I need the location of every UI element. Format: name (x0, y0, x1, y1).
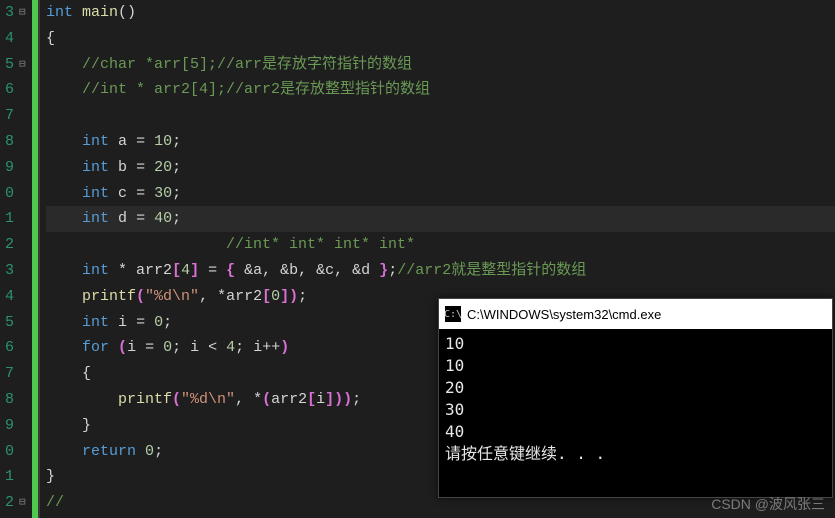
line-num: 6 (0, 335, 14, 361)
line-number-gutter: 3 4 5 6 7 8 9 0 1 2 3 4 5 6 7 8 9 0 1 2 (0, 0, 18, 518)
console-title-text: C:\WINDOWS\system32\cmd.exe (467, 307, 661, 322)
watermark: CSDN @波风张三 (711, 494, 825, 514)
code-line[interactable]: { (46, 26, 835, 52)
console-titlebar[interactable]: C:\ C:\WINDOWS\system32\cmd.exe (439, 299, 832, 329)
line-num: 6 (0, 77, 14, 103)
code-line[interactable]: int main() (46, 0, 835, 26)
fold-minus-icon[interactable]: ⊟ (19, 57, 26, 71)
code-line[interactable]: int * arr2[4] = { &a, &b, &c, &d };//arr… (46, 258, 835, 284)
line-num: 7 (0, 103, 14, 129)
line-num: 4 (0, 26, 14, 52)
line-num: 9 (0, 413, 14, 439)
line-num: 2 (0, 232, 14, 258)
code-line[interactable]: //char *arr[5];//arr是存放字符指针的数组 (46, 52, 835, 78)
line-num: 3 (0, 0, 14, 26)
line-num: 5 (0, 310, 14, 336)
fold-minus-icon[interactable]: ⊟ (19, 495, 26, 509)
line-num: 2 (0, 490, 14, 516)
line-num: 3 (0, 258, 14, 284)
code-line[interactable] (46, 103, 835, 129)
line-num: 7 (0, 361, 14, 387)
fold-column[interactable]: ⊟ ⊟ ⊟ (18, 0, 32, 518)
line-num: 8 (0, 129, 14, 155)
code-line[interactable]: //int* int* int* int* (46, 232, 835, 258)
code-line[interactable]: int d = 40; (46, 206, 835, 232)
line-num: 0 (0, 439, 14, 465)
line-num: 9 (0, 155, 14, 181)
line-num: 4 (0, 284, 14, 310)
line-num: 1 (0, 206, 14, 232)
code-line[interactable]: int a = 10; (46, 129, 835, 155)
fold-minus-icon[interactable]: ⊟ (19, 5, 26, 19)
line-num: 8 (0, 387, 14, 413)
code-line[interactable]: int c = 30; (46, 181, 835, 207)
code-line[interactable]: //int * arr2[4];//arr2是存放整型指针的数组 (46, 77, 835, 103)
console-window[interactable]: C:\ C:\WINDOWS\system32\cmd.exe 10 10 20… (438, 298, 833, 498)
console-output[interactable]: 10 10 20 30 40 请按任意键继续. . . (439, 329, 832, 469)
line-num: 5 (0, 52, 14, 78)
cmd-icon: C:\ (445, 306, 461, 322)
code-line[interactable]: int b = 20; (46, 155, 835, 181)
line-num: 1 (0, 464, 14, 490)
line-num: 0 (0, 181, 14, 207)
